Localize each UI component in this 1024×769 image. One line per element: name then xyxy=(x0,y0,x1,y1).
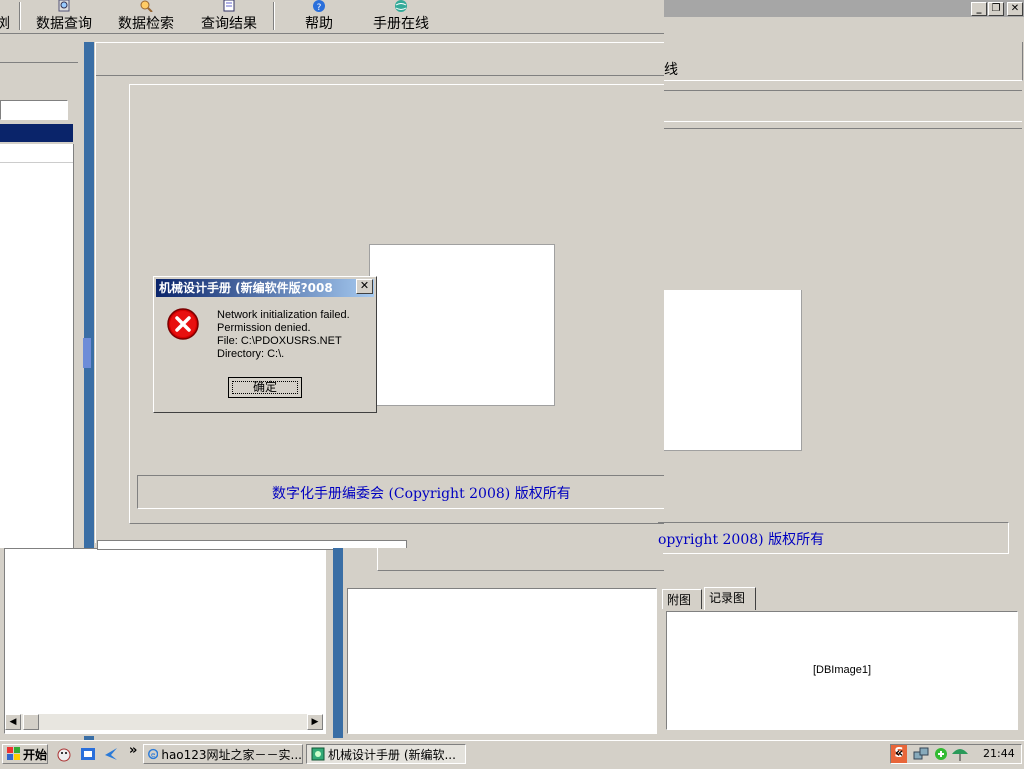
window-title-bar: _ ❐ ✕ xyxy=(664,0,1024,17)
system-tray: « 21:44 xyxy=(890,744,1022,764)
error-dialog: 机械设计手册 (新编软件版?008 ✕ Network initializati… xyxy=(153,276,377,413)
horizontal-scrollbar[interactable]: ◀ ▶ xyxy=(5,714,323,730)
divider xyxy=(96,75,665,76)
restore-button[interactable]: ❐ xyxy=(988,2,1004,16)
copyright-box: 数字化手册编委会 (Copyright 2008) 版权所有 xyxy=(137,475,666,509)
header-fragment: 线 xyxy=(664,62,678,78)
focus-rect xyxy=(232,381,298,394)
scroll-left-button[interactable]: ◀ xyxy=(5,714,21,730)
clock: 21:44 xyxy=(983,747,1015,760)
copyright-box-right: opyright 2008) 版权所有 xyxy=(658,522,1009,554)
divider xyxy=(0,62,78,63)
lower-left-panel: ◀ ▶ xyxy=(0,548,330,736)
ie-icon: e xyxy=(148,748,159,760)
error-icon xyxy=(167,308,199,340)
tab-strip-partial xyxy=(377,548,664,571)
app-launcher-icon[interactable] xyxy=(80,746,96,762)
svg-text:e: e xyxy=(151,750,156,759)
tab-attached-figure[interactable]: 附图 xyxy=(662,589,702,609)
splash-image xyxy=(369,244,555,406)
selected-list-row[interactable] xyxy=(0,124,73,142)
toolbar-label: 手册在线 xyxy=(373,16,429,32)
tray-expand-chevron[interactable]: « xyxy=(895,746,903,761)
header-bar xyxy=(664,90,1022,122)
left-panel xyxy=(0,38,80,548)
lower-middle-list[interactable] xyxy=(347,588,657,734)
lower-middle-panel xyxy=(333,548,664,738)
manual-app-icon xyxy=(311,747,325,761)
copyright-text-fragment: opyright 2008) 版权所有 xyxy=(658,532,825,548)
tab-record-figure[interactable]: 记录图 xyxy=(704,587,756,610)
list-item[interactable] xyxy=(0,144,73,163)
toolbar-button-manual-online[interactable]: 手册在线 xyxy=(368,0,434,33)
document-icon xyxy=(223,0,235,12)
dialog-close-button[interactable]: ✕ xyxy=(356,279,373,294)
help-icon: ? xyxy=(313,0,325,12)
toolbar-label: 浏 xyxy=(0,16,10,32)
task-button-browser[interactable]: e hao123网址之家－－实... xyxy=(143,744,303,764)
toolbar-label: 数据检索 xyxy=(118,16,174,32)
minimize-button[interactable]: _ xyxy=(971,2,987,16)
error-message-line: Network initialization failed. xyxy=(217,309,350,321)
toolbar-separator xyxy=(273,2,275,30)
toolbar-label: 帮助 xyxy=(305,16,333,32)
ok-button[interactable]: 确定 xyxy=(228,377,302,398)
divider xyxy=(664,128,1022,129)
browser-arrow-icon[interactable] xyxy=(103,746,119,762)
svg-text:?: ? xyxy=(317,3,322,12)
scroll-right-button[interactable]: ▶ xyxy=(307,714,323,730)
main-toolbar: 浏 数据查询 数据检索 查询结果 ? 帮助 手册在线 xyxy=(0,0,664,34)
task-button-manual[interactable]: 机械设计手册 (新编软... xyxy=(306,744,466,764)
db-image-box: [DBImage1] xyxy=(666,611,1018,730)
toolbar-button-query-results[interactable]: 查询结果 xyxy=(198,0,260,33)
toolbar-label: 数据查询 xyxy=(36,16,92,32)
magnifier-icon xyxy=(58,0,70,12)
quicklaunch-chevron[interactable]: » xyxy=(129,743,137,758)
toolbar-button-partial[interactable]: 浏 xyxy=(0,0,12,33)
taskbar: 开始 » e hao123网址之家－－实... 机械设计手册 (新编软... S… xyxy=(0,740,1024,769)
close-window-button[interactable]: ✕ xyxy=(1007,2,1023,16)
start-label: 开始 xyxy=(22,747,47,762)
toolbar-separator xyxy=(19,2,21,30)
db-image-placeholder: [DBImage1] xyxy=(812,664,872,676)
left-input-field[interactable] xyxy=(0,100,68,120)
error-message-line: Directory: C:\. xyxy=(217,348,285,360)
security-shield-icon[interactable] xyxy=(933,746,949,762)
error-message-line: Permission denied. xyxy=(217,322,311,334)
error-message-line: File: C:\PDOXUSRS.NET xyxy=(217,335,342,347)
network-icon[interactable] xyxy=(913,746,929,762)
splitter-handle[interactable] xyxy=(83,338,91,368)
toolbar-button-help[interactable]: ? 帮助 xyxy=(296,0,342,33)
qq-penguin-icon[interactable] xyxy=(56,746,72,762)
background-window: 线 opyright 2008) 版权所有 xyxy=(658,42,1024,554)
task-label: 机械设计手册 (新编软... xyxy=(328,747,456,762)
umbrella-icon[interactable] xyxy=(951,746,969,762)
toolbar-button-data-query[interactable]: 数据查询 xyxy=(33,0,95,33)
lower-left-list[interactable] xyxy=(4,548,326,734)
left-list[interactable] xyxy=(0,144,74,548)
copyright-text: 数字化手册编委会 (Copyright 2008) 版权所有 xyxy=(272,486,571,502)
search-icon xyxy=(140,0,153,12)
start-button[interactable]: 开始 xyxy=(2,744,48,764)
toolbar-label: 查询结果 xyxy=(201,16,257,32)
header-strip: 线 xyxy=(664,42,1023,81)
dialog-title: 机械设计手册 (新编软件版?008 xyxy=(159,281,333,295)
scroll-thumb[interactable] xyxy=(23,714,39,730)
globe-icon xyxy=(395,0,407,12)
lower-right-panel: 附图 记录图 [DBImage1] xyxy=(660,586,1024,738)
windows-logo-icon xyxy=(7,747,20,760)
toolbar-button-data-search[interactable]: 数据检索 xyxy=(115,0,177,33)
dialog-title-bar: 机械设计手册 (新编软件版?008 xyxy=(156,279,374,297)
splitter-bar[interactable] xyxy=(333,548,343,738)
task-label: hao123网址之家－－实... xyxy=(161,747,302,762)
splash-image-right xyxy=(664,290,802,451)
